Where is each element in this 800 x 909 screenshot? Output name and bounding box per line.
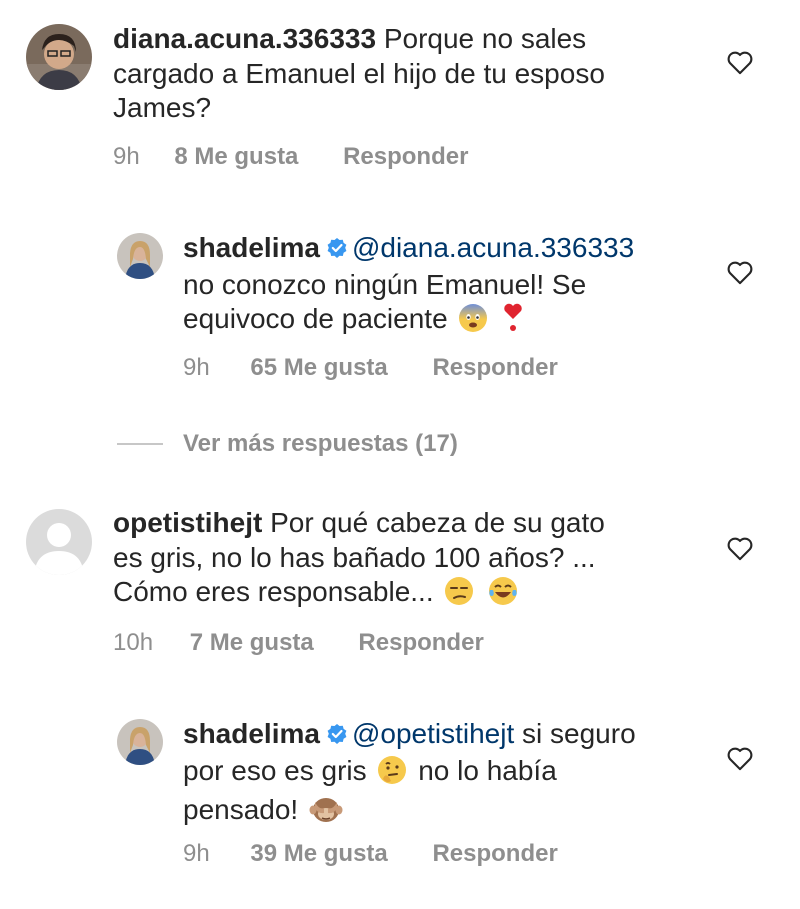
- view-more-divider: [117, 443, 163, 445]
- comment-body-line2: es gris, no lo has bañado 100 años? ...: [113, 541, 596, 573]
- likes-count[interactable]: 65 Me gusta: [250, 354, 387, 382]
- verified-badge-icon: [326, 719, 348, 754]
- thinking-face-emoji: [377, 755, 407, 794]
- username[interactable]: opetistihejt: [113, 507, 262, 538]
- avatar-shadelima[interactable]: [117, 233, 163, 279]
- timestamp: 9h: [113, 143, 140, 170]
- verified-badge-icon: [326, 233, 348, 268]
- anxious-face-emoji: [458, 303, 488, 342]
- comment-text: shadelima @opetistihejt si seguro por eso…: [183, 717, 703, 833]
- username[interactable]: shadelima: [183, 232, 320, 263]
- heart-outline-icon[interactable]: [726, 49, 754, 80]
- comment-text: opetistihejt Por qué cabeza de su gato e…: [113, 506, 693, 615]
- timestamp: 10h: [113, 629, 154, 656]
- comment-body-line2b: no lo había: [418, 754, 557, 786]
- comment-body-line3: Cómo eres responsable...: [113, 576, 434, 607]
- likes-count[interactable]: 39 Me gusta: [250, 840, 387, 868]
- avatar-diana[interactable]: [26, 24, 92, 90]
- timestamp: 9h: [183, 354, 210, 381]
- comment-meta: 9h 65 Me gusta Responder: [183, 354, 558, 382]
- unamused-face-emoji: [444, 576, 474, 615]
- username[interactable]: diana.acuna.336333: [113, 23, 376, 54]
- mention-link[interactable]: @opetistihejt: [352, 718, 514, 749]
- view-more-replies-button[interactable]: Ver más respuestas (17): [183, 430, 458, 458]
- comment-body-line2a: por eso es gris: [183, 754, 367, 786]
- comment-meta: 9h 39 Me gusta Responder: [183, 840, 558, 868]
- comment-body-line3: pensado!: [183, 794, 299, 825]
- timestamp: 9h: [183, 840, 210, 867]
- comment-body-line1: si seguro: [522, 718, 636, 749]
- reply-button[interactable]: Responder: [432, 354, 557, 382]
- username[interactable]: shadelima: [183, 718, 320, 749]
- avatar-shadelima[interactable]: [117, 719, 163, 765]
- tears-of-joy-face-emoji: [488, 576, 518, 615]
- reply-button[interactable]: Responder: [343, 143, 468, 171]
- comment-meta: 9h 8 Me gusta Responder: [113, 143, 468, 171]
- mention-link[interactable]: @diana.acuna.336333: [352, 232, 634, 263]
- comment-body-line1: no conozco ningún Emanuel! Se: [183, 268, 587, 300]
- heart-outline-icon[interactable]: [726, 259, 754, 290]
- comment-text: diana.acuna.336333 Porque no sales carga…: [113, 22, 673, 126]
- heart-exclamation-emoji: [502, 303, 524, 342]
- see-no-evil-monkey-emoji: [309, 794, 343, 833]
- comment-text: shadelima @diana.acuna.336333 no conozco …: [183, 231, 703, 342]
- likes-count[interactable]: 7 Me gusta: [190, 629, 314, 657]
- comment-body-line2: equivoco de paciente: [183, 303, 448, 334]
- heart-outline-icon[interactable]: [726, 745, 754, 776]
- avatar-opetistihejt[interactable]: [26, 509, 92, 575]
- reply-button[interactable]: Responder: [432, 840, 557, 868]
- heart-outline-icon[interactable]: [726, 535, 754, 566]
- reply-button[interactable]: Responder: [358, 629, 483, 657]
- comment-meta: 10h 7 Me gusta Responder: [113, 629, 484, 657]
- likes-count[interactable]: 8 Me gusta: [174, 143, 298, 171]
- comment-body-line1: Por qué cabeza de su gato: [270, 507, 605, 538]
